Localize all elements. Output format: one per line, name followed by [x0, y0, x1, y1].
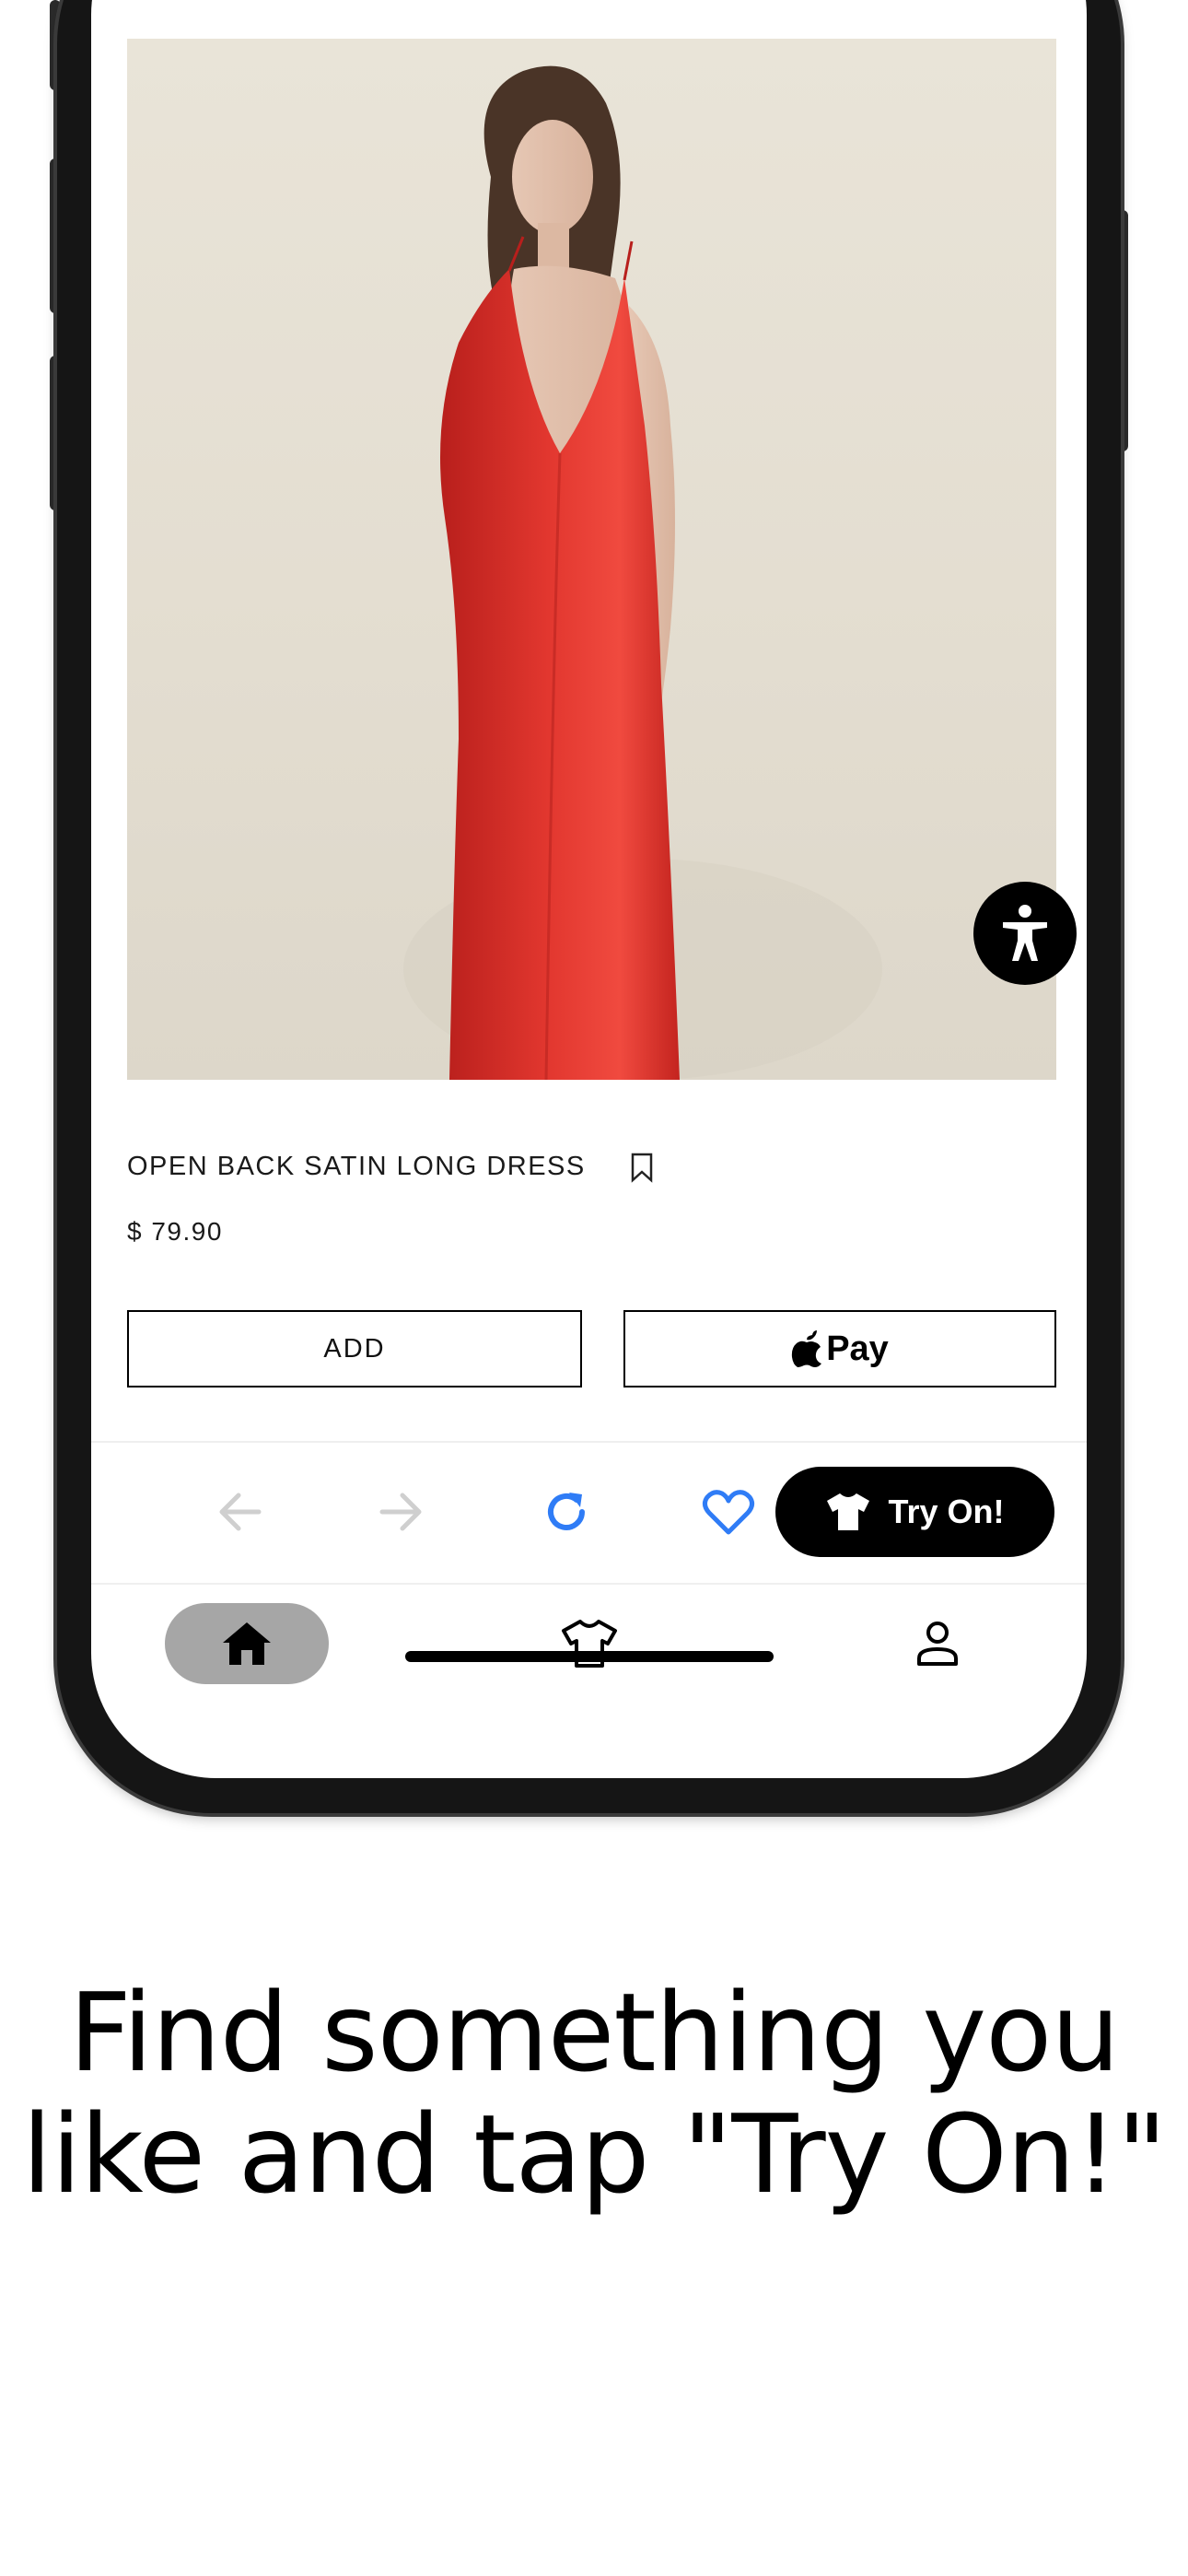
try-on-button[interactable]: Try On! [775, 1467, 1054, 1557]
apple-pay-label: Pay [826, 1329, 889, 1368]
caption-line-1: Find something you [68, 1969, 1120, 2096]
arrow-right-icon[interactable] [374, 1484, 429, 1540]
product-title: OPEN BACK SATIN LONG DRESS [127, 1152, 586, 1181]
try-on-label: Try On! [888, 1493, 1005, 1530]
product-price: $ 79.90 [127, 1217, 223, 1246]
phone-screen: OPEN BACK SATIN LONG DRESS $ 79.90 ADD P… [91, 0, 1087, 1778]
person-icon [917, 1622, 958, 1666]
apple-logo-icon [792, 1330, 822, 1367]
tab-profile[interactable] [905, 1611, 970, 1676]
accessibility-icon [1003, 905, 1047, 961]
tab-home[interactable] [165, 1603, 329, 1684]
arrow-left-icon[interactable] [212, 1484, 267, 1540]
caption-line-2: like and tap "Try On!" [21, 2090, 1167, 2218]
accessibility-button[interactable] [973, 882, 1077, 985]
model-in-red-dress-illustration [403, 65, 882, 1080]
product-image[interactable] [127, 39, 1056, 1080]
tshirt-icon [827, 1493, 870, 1530]
bookmark-icon[interactable] [628, 1152, 656, 1183]
home-indicator [405, 1651, 774, 1662]
divider-top [91, 1441, 1087, 1443]
heart-icon[interactable] [701, 1484, 756, 1540]
apple-pay-button[interactable]: Pay [623, 1310, 1056, 1388]
promo-caption: Find something you like and tap "Try On!… [0, 1972, 1188, 2215]
add-to-bag-button[interactable]: ADD [127, 1310, 582, 1388]
refresh-icon[interactable] [539, 1484, 594, 1540]
home-icon [223, 1622, 271, 1665]
tab-wardrobe[interactable] [557, 1611, 622, 1676]
divider-bottom [91, 1583, 1087, 1585]
